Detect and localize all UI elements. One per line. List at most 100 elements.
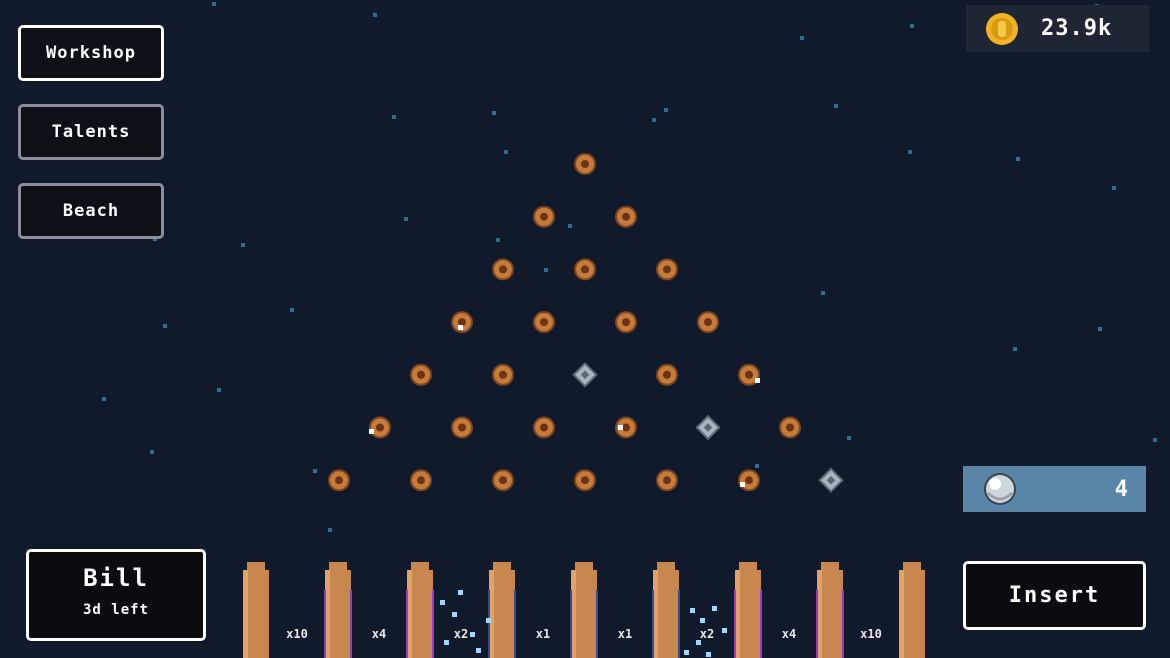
multiplier-label: x4 — [371, 627, 387, 641]
particle — [690, 608, 695, 613]
slot-glow — [678, 590, 680, 658]
slot-post-cap — [903, 562, 921, 572]
multiplier-label: x1 — [535, 627, 551, 641]
copper-peg-core — [745, 370, 753, 379]
star-particle — [504, 150, 508, 154]
star-particle — [290, 308, 294, 312]
copper-peg-core — [663, 476, 671, 485]
star-particle — [544, 268, 548, 272]
copper-peg-core — [458, 423, 466, 432]
slot-glow — [514, 590, 516, 658]
slot-post-cap — [739, 562, 757, 572]
particle — [684, 650, 689, 655]
slot-post-cap — [821, 562, 839, 572]
beach-button[interactable]: Beach — [18, 183, 164, 239]
star-particle — [1013, 347, 1017, 351]
copper-peg-core — [622, 318, 630, 327]
star-particle — [241, 243, 245, 247]
multiplier-label: x10 — [860, 627, 882, 641]
copper-peg-core — [540, 318, 548, 327]
slot-glow — [324, 590, 326, 658]
star-particle — [821, 291, 825, 295]
star-particle — [102, 397, 106, 401]
slot-glow — [760, 590, 762, 658]
coin-counter: 23.9k — [966, 5, 1149, 52]
copper-peg-core — [745, 476, 753, 485]
particle — [486, 618, 491, 623]
copper-peg-core — [581, 265, 589, 274]
star-particle — [664, 108, 668, 112]
star-particle — [908, 150, 912, 154]
slot-glow — [652, 590, 654, 658]
multiplier-label: x2 — [453, 627, 469, 641]
sparkle — [458, 325, 463, 330]
star-particle — [652, 118, 656, 122]
particle — [706, 652, 711, 657]
slot-post-cap — [411, 562, 429, 572]
star-particle — [847, 436, 851, 440]
star-particle — [217, 388, 221, 392]
slot-post-cap — [575, 562, 593, 572]
slot-glow — [488, 590, 490, 658]
star-particle — [800, 36, 804, 40]
particle — [452, 612, 457, 617]
star-particle — [150, 450, 154, 454]
copper-peg-core — [417, 370, 425, 379]
star-particle — [313, 469, 317, 473]
star-particle — [1112, 186, 1116, 190]
copper-peg-core — [622, 423, 630, 432]
copper-peg-core — [622, 212, 630, 221]
slot-post-cap — [247, 562, 265, 572]
star-particle — [755, 464, 759, 468]
insert-button[interactable]: Insert — [963, 561, 1146, 630]
copper-peg-core — [540, 212, 548, 221]
slot-post-cap — [657, 562, 675, 572]
star-particle — [212, 2, 216, 6]
slot-glow — [432, 590, 434, 658]
sparkle — [369, 429, 374, 434]
ball-count: 4 — [1114, 476, 1128, 502]
bill-time-left: 3d left — [82, 602, 149, 618]
star-particle — [404, 217, 408, 221]
copper-peg-core — [663, 265, 671, 274]
multiplier-label: x2 — [699, 627, 715, 641]
copper-peg-core — [376, 423, 384, 432]
particle — [476, 648, 481, 653]
copper-peg-core — [704, 318, 712, 327]
copper-peg-core — [458, 318, 466, 327]
particle — [440, 600, 445, 605]
workshop-button[interactable]: Workshop — [18, 25, 164, 81]
sparkle — [755, 378, 760, 383]
slot-glow — [842, 590, 844, 658]
particle — [700, 618, 705, 623]
copper-peg-core — [786, 423, 794, 432]
slot-glow — [406, 590, 408, 658]
multiplier-label: x10 — [286, 627, 308, 641]
copper-peg-core — [581, 160, 589, 168]
slot-glow — [734, 590, 736, 658]
slot-glow — [596, 590, 598, 658]
slot-post-cap — [493, 562, 511, 572]
copper-peg-core — [581, 476, 589, 485]
copper-peg-core — [335, 476, 343, 485]
particle — [722, 628, 727, 633]
star-particle — [496, 238, 500, 242]
slot-glow — [350, 590, 352, 658]
star-particle — [834, 104, 838, 108]
bill-name: Bill — [83, 564, 149, 592]
slot-post-highlight — [243, 570, 248, 658]
copper-peg-core — [540, 423, 548, 432]
sparkle — [740, 482, 745, 487]
bill-card[interactable]: Bill 3d left — [26, 549, 206, 641]
copper-peg-core — [417, 476, 425, 485]
talents-button[interactable]: Talents — [18, 104, 164, 160]
ball-counter: 4 — [963, 466, 1146, 512]
multiplier-label: x4 — [781, 627, 797, 641]
particle — [712, 606, 717, 611]
slot-glow — [570, 590, 572, 658]
star-particle — [910, 24, 914, 28]
copper-peg-core — [499, 265, 507, 274]
star-particle — [1016, 157, 1020, 161]
slot-glow — [816, 590, 818, 658]
slot-post-cap — [329, 562, 347, 572]
